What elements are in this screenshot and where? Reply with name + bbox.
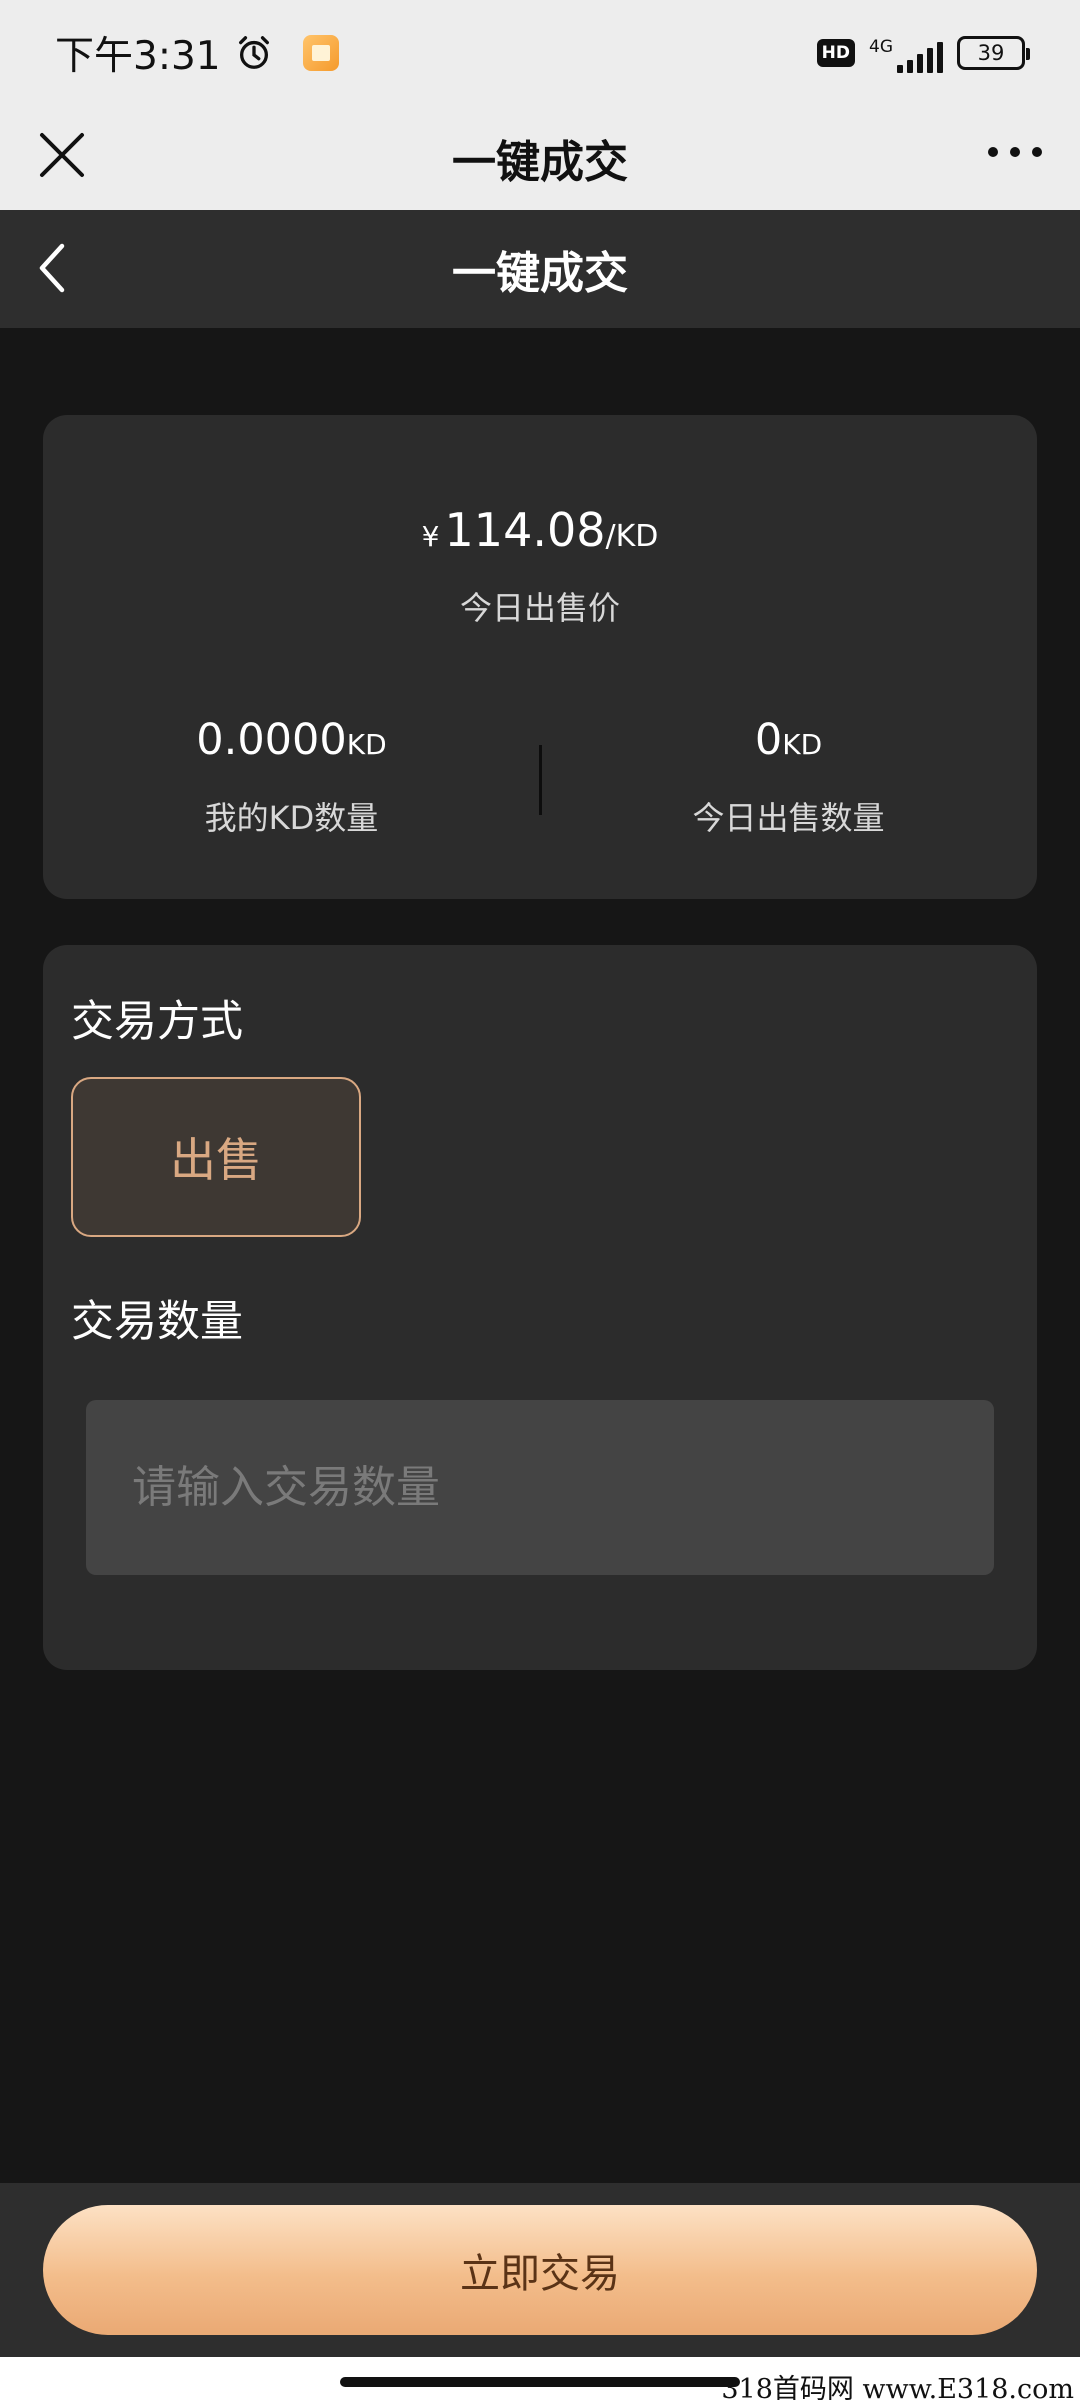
- status-left: 下午3:31: [55, 25, 339, 81]
- price-label: 今日出售价: [459, 589, 620, 627]
- price-card: ¥ 114.08/KD 今日出售价 0.0000KD 我的KD数量 0KD 今日…: [43, 415, 1037, 899]
- sold-today-unit: KD: [782, 728, 823, 761]
- my-kd-stat: 0.0000KD 我的KD数量: [43, 715, 540, 839]
- price-value: 114.08: [444, 503, 606, 557]
- alarm-icon: [238, 35, 269, 69]
- battery-level: 39: [977, 40, 1005, 65]
- more-icon[interactable]: [988, 147, 1042, 157]
- watermark: 318首码网 www.E318.com: [721, 2374, 1074, 2400]
- signal-icon: [897, 39, 943, 73]
- today-price: ¥ 114.08/KD: [43, 503, 1037, 557]
- back-icon[interactable]: [30, 238, 78, 298]
- webview-nav-bar: 一键成交: [0, 105, 1080, 210]
- page-title: 一键成交: [452, 248, 628, 299]
- price-unit: /KD: [605, 519, 659, 554]
- close-icon[interactable]: [34, 127, 90, 183]
- home-indicator[interactable]: [340, 2377, 740, 2387]
- my-kd-unit: KD: [346, 728, 387, 761]
- status-right: HD 4G 39: [816, 33, 1030, 73]
- sold-today-label: 今日出售数量: [692, 799, 885, 837]
- trade-quantity-label: 交易数量: [71, 1297, 243, 1347]
- my-kd-value: 0.0000: [196, 715, 347, 765]
- sold-today-amount: 0KD: [540, 715, 1037, 765]
- my-kd-amount: 0.0000KD: [43, 715, 540, 765]
- quantity-input[interactable]: [86, 1400, 994, 1575]
- battery-icon: 39: [957, 35, 1030, 70]
- my-kd-label: 我的KD数量: [204, 799, 379, 837]
- currency-symbol: ¥: [421, 520, 440, 553]
- status-bar: 下午3:31 HD 4G 39: [0, 0, 1080, 105]
- bottom-bar: 立即交易: [0, 2183, 1080, 2357]
- page-header: 一键成交: [0, 210, 1080, 328]
- status-time: 下午3:31: [55, 33, 221, 79]
- sold-today-stat: 0KD 今日出售数量: [540, 715, 1037, 839]
- trade-method-label: 交易方式: [71, 997, 243, 1047]
- hd-badge: HD: [816, 38, 855, 67]
- trade-card: 交易方式 出售 交易数量: [43, 945, 1037, 1670]
- network-indicator: 4G: [869, 33, 943, 73]
- webview-title: 一键成交: [452, 136, 628, 188]
- sell-option-button[interactable]: 出售: [71, 1077, 361, 1237]
- network-label: 4G: [869, 36, 893, 57]
- home-area: 318首码网 www.E318.com: [0, 2357, 1080, 2400]
- sold-today-value: 0: [754, 715, 783, 765]
- trade-now-button[interactable]: 立即交易: [43, 2205, 1037, 2335]
- app-notification-icon: [302, 34, 339, 71]
